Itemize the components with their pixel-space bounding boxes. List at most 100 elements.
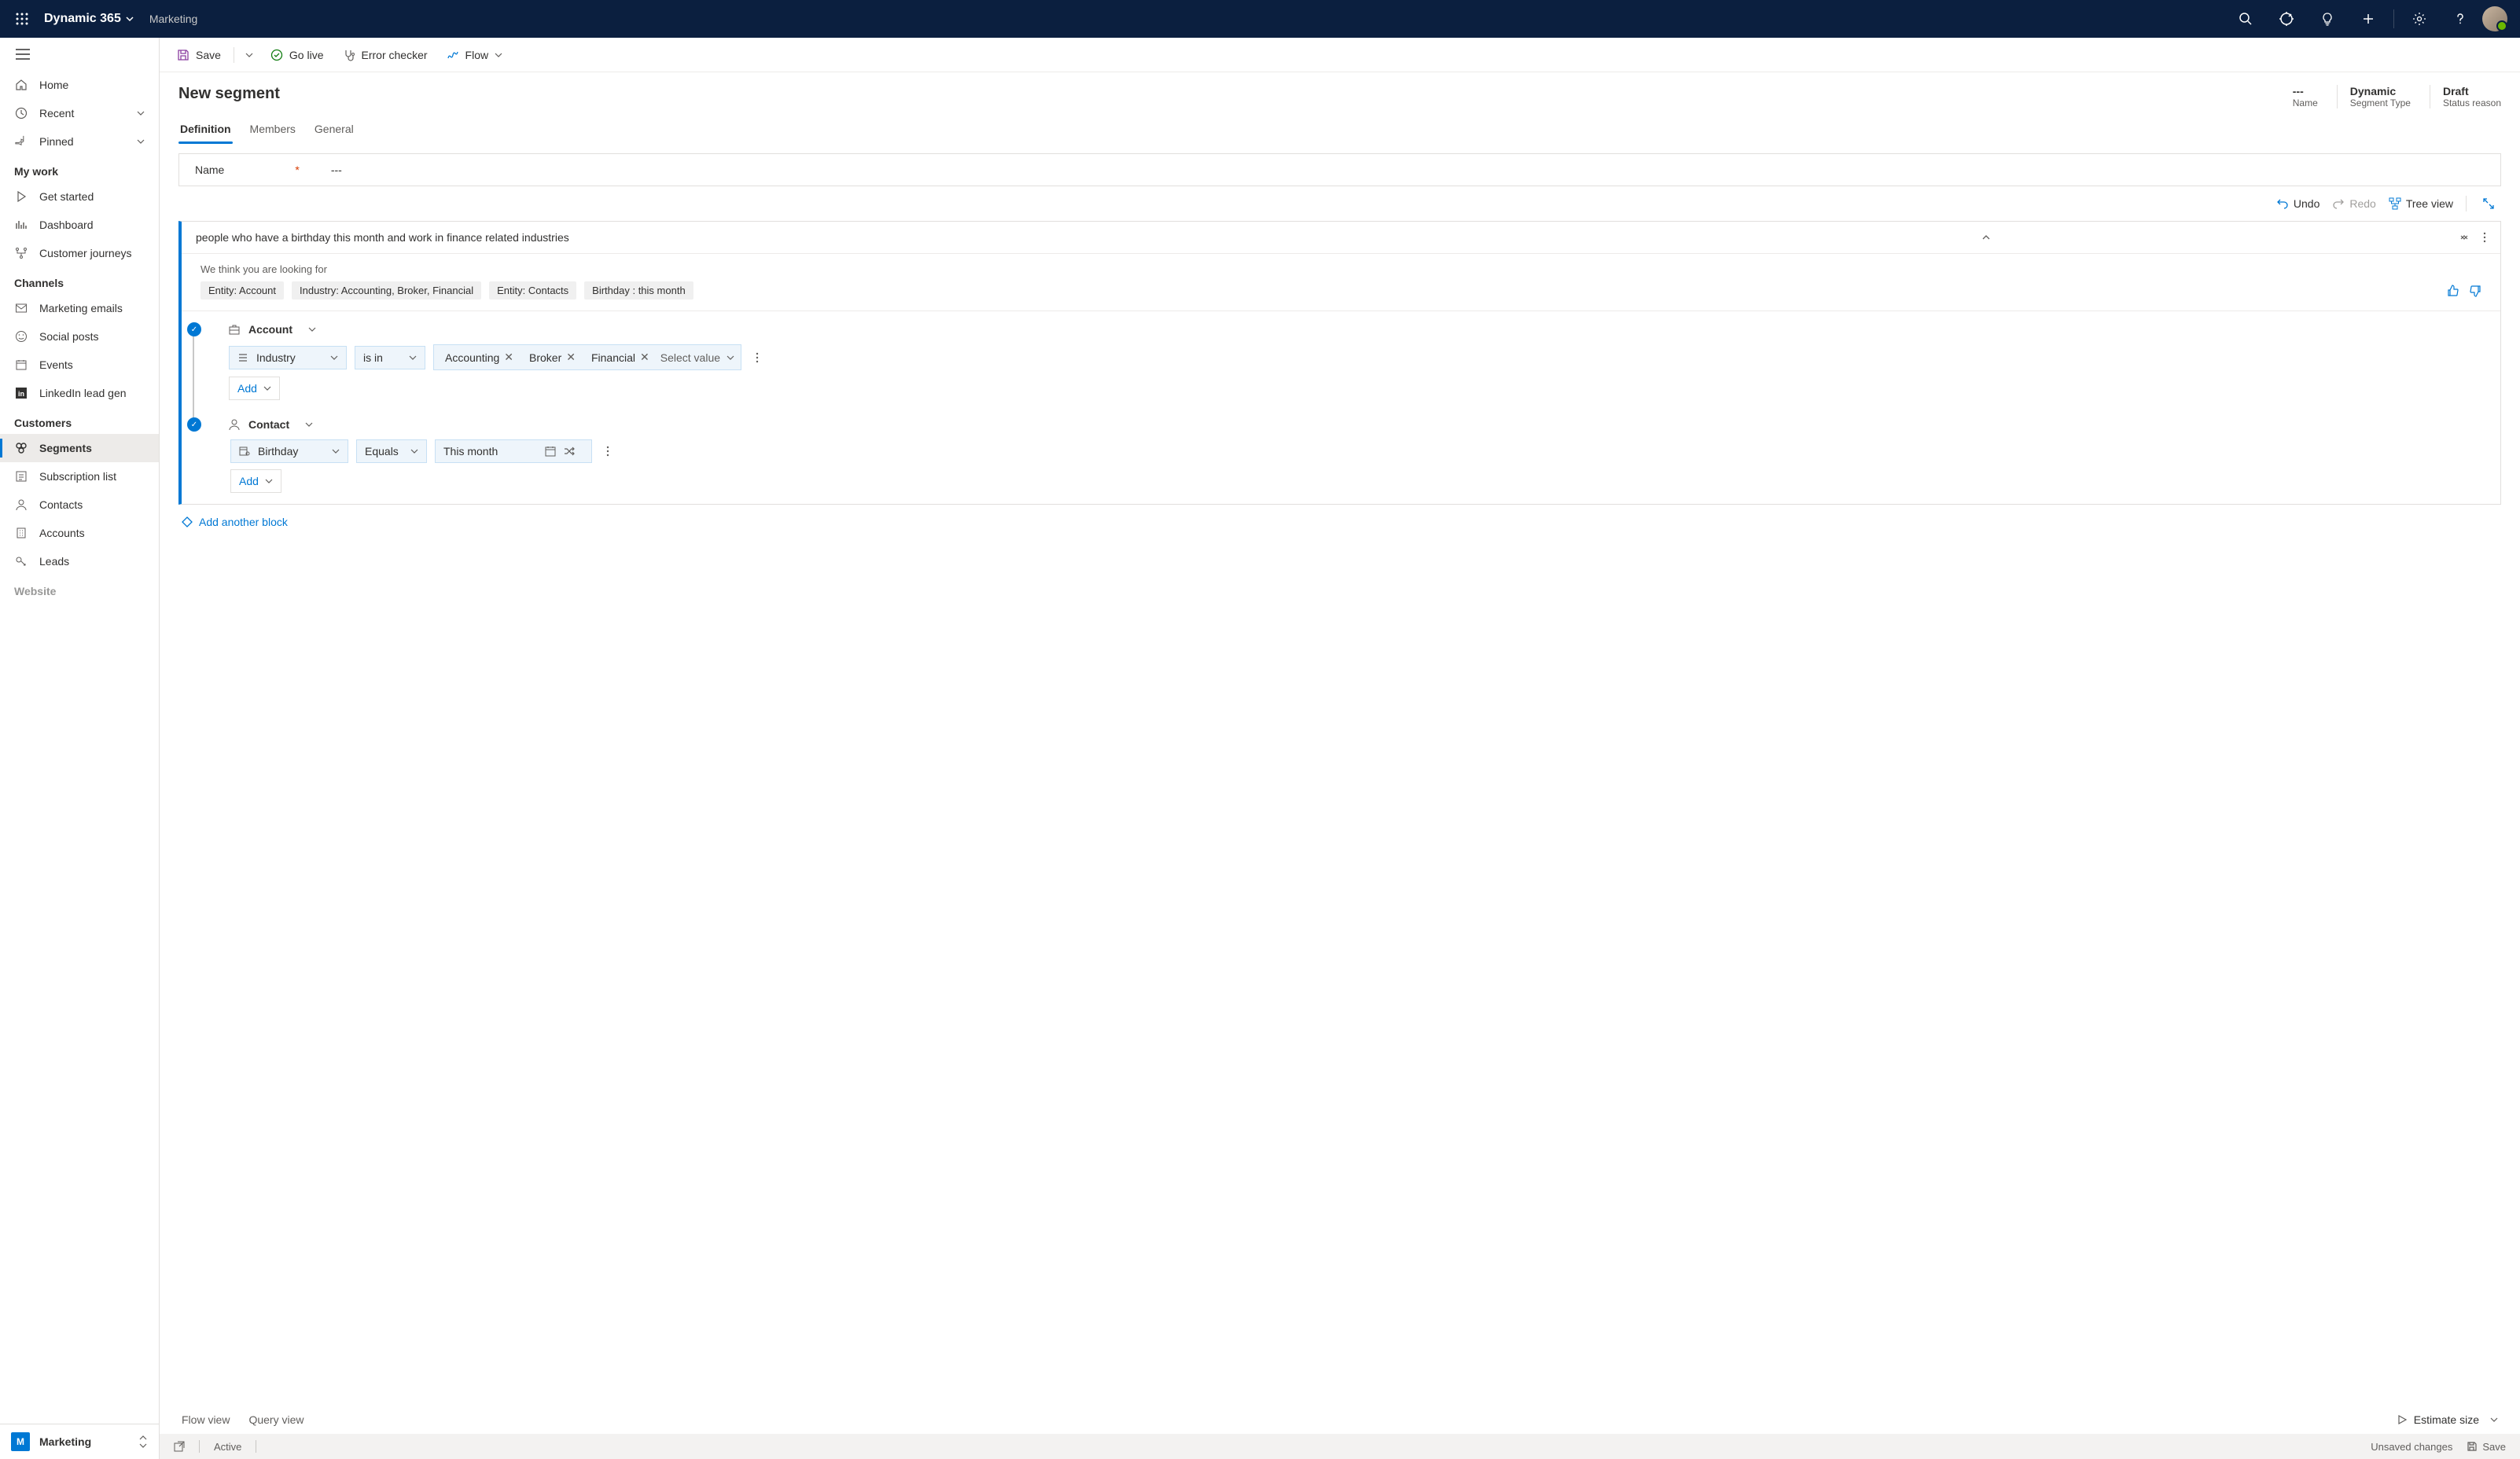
meta-segment-type[interactable]: Dynamic Segment Type: [2337, 85, 2411, 108]
tab-definition[interactable]: Definition: [178, 115, 233, 143]
nav-accounts-label: Accounts: [39, 527, 85, 539]
section-channels: Channels: [0, 267, 159, 294]
nav-dashboard-label: Dashboard: [39, 219, 94, 231]
briefcase-icon: [228, 323, 241, 336]
value-selector[interactable]: Accounting ✕ Broker ✕ Financial ✕ Select…: [433, 344, 741, 370]
go-live-button[interactable]: Go live: [263, 44, 332, 66]
shuffle-icon[interactable]: [564, 446, 575, 457]
nav-events[interactable]: Events: [0, 351, 159, 379]
user-avatar[interactable]: [2482, 6, 2507, 31]
nav-customer-journeys[interactable]: Customer journeys: [0, 239, 159, 267]
nav-dashboard[interactable]: Dashboard: [0, 211, 159, 239]
settings-icon[interactable]: [2400, 0, 2438, 38]
name-field-row[interactable]: Name * ---: [178, 153, 2501, 186]
command-bar: Save Go live Error checker Flow: [160, 38, 2520, 72]
nav-social-posts[interactable]: Social posts: [0, 322, 159, 351]
nav-leads[interactable]: Leads: [0, 547, 159, 575]
section-website-truncated: Website: [0, 575, 159, 602]
more-icon[interactable]: [2483, 232, 2486, 243]
waffle-icon[interactable]: [6, 13, 38, 25]
suggestion-chip[interactable]: Birthday : this month: [584, 281, 693, 300]
condition-more-icon[interactable]: [600, 443, 616, 460]
meta-name[interactable]: --- Name: [2293, 85, 2318, 108]
canvas-toolbar: Undo Redo Tree view: [160, 186, 2520, 221]
date-value-label: This month: [443, 445, 498, 458]
suggestion-chip[interactable]: Entity: Contacts: [489, 281, 576, 300]
estimate-size-button[interactable]: Estimate size: [2397, 1413, 2479, 1426]
query-nl-text[interactable]: people who have a birthday this month an…: [196, 231, 1981, 244]
add-icon[interactable]: [2349, 0, 2387, 38]
undo-label: Undo: [2294, 197, 2320, 210]
flow-view-tab[interactable]: Flow view: [182, 1413, 230, 1426]
lightbulb-icon[interactable]: [2308, 0, 2346, 38]
popout-icon[interactable]: [174, 1441, 185, 1452]
nav-segments[interactable]: Segments: [0, 434, 159, 462]
search-icon[interactable]: [2227, 0, 2264, 38]
suggestion-chip[interactable]: Industry: Accounting, Broker, Financial: [292, 281, 481, 300]
svg-text:in: in: [18, 390, 24, 398]
remove-value-icon[interactable]: ✕: [566, 351, 576, 364]
collapse-x-icon[interactable]: [2459, 233, 2469, 242]
statusbar-save-button[interactable]: Save: [2467, 1441, 2506, 1453]
flow-label: Flow: [465, 49, 489, 61]
name-field-value: ---: [331, 164, 342, 176]
hamburger-icon[interactable]: [0, 38, 159, 71]
add-condition-contact[interactable]: Add: [230, 469, 281, 493]
suggestion-chip[interactable]: Entity: Account: [200, 281, 284, 300]
target-icon[interactable]: [2268, 0, 2305, 38]
undo-button[interactable]: Undo: [2276, 197, 2320, 210]
entity-contact-header[interactable]: Contact: [228, 418, 313, 431]
redo-button[interactable]: Redo: [2332, 197, 2375, 210]
nav-get-started[interactable]: Get started: [0, 182, 159, 211]
entity-account-header[interactable]: Account: [228, 323, 316, 336]
nav-accounts[interactable]: Accounts: [0, 519, 159, 547]
thumbs-down-icon[interactable]: [2469, 285, 2481, 297]
nav-marketing-emails[interactable]: Marketing emails: [0, 294, 159, 322]
sub-app-name[interactable]: Marketing: [149, 13, 197, 25]
nav-contacts[interactable]: Contacts: [0, 491, 159, 519]
nav-recent[interactable]: Recent: [0, 99, 159, 127]
building-icon: [14, 526, 28, 540]
meta-status[interactable]: Draft Status reason: [2430, 85, 2501, 108]
collapse-icon[interactable]: [1981, 233, 1991, 242]
error-checker-button[interactable]: Error checker: [335, 44, 436, 66]
flow-icon: [447, 49, 459, 61]
operator-selector-equals[interactable]: Equals: [356, 439, 427, 463]
unsaved-changes-label: Unsaved changes: [2371, 1441, 2452, 1453]
field-selector-birthday[interactable]: Birthday: [230, 439, 348, 463]
app-switcher[interactable]: M Marketing: [0, 1424, 159, 1459]
flow-button[interactable]: Flow: [439, 44, 511, 66]
chevron-down-icon: [126, 15, 134, 23]
check-badge-icon: ✓: [187, 417, 201, 432]
tab-general[interactable]: General: [313, 115, 355, 143]
expand-button[interactable]: [2479, 194, 2498, 213]
status-bar: Active Unsaved changes Save: [160, 1434, 2520, 1459]
add-block-button[interactable]: Add another block: [160, 505, 2520, 528]
query-view-tab[interactable]: Query view: [248, 1413, 304, 1426]
remove-value-icon[interactable]: ✕: [504, 351, 513, 364]
tree-view-button[interactable]: Tree view: [2389, 197, 2453, 210]
nav-subscription-list[interactable]: Subscription list: [0, 462, 159, 491]
operator-selector[interactable]: is in: [355, 346, 425, 369]
app-name[interactable]: Dynamic 365: [38, 12, 140, 26]
nav-contacts-label: Contacts: [39, 498, 83, 511]
field-birthday-label: Birthday: [258, 445, 298, 458]
save-button[interactable]: Save: [169, 44, 229, 66]
help-icon[interactable]: [2441, 0, 2479, 38]
nav-home-label: Home: [39, 79, 68, 91]
nav-linkedin[interactable]: in LinkedIn lead gen: [0, 379, 159, 407]
nav-pinned[interactable]: Pinned: [0, 127, 159, 156]
condition-birthday: Birthday Equals This month: [230, 439, 2486, 463]
thumbs-up-icon[interactable]: [2447, 285, 2459, 297]
save-dropdown[interactable]: [239, 46, 259, 64]
tab-members[interactable]: Members: [248, 115, 297, 143]
nav-home[interactable]: Home: [0, 71, 159, 99]
condition-more-icon[interactable]: [749, 349, 765, 366]
add-condition-account[interactable]: Add: [229, 377, 280, 400]
date-value-box[interactable]: This month: [435, 439, 592, 463]
journey-icon: [14, 246, 28, 260]
estimate-dropdown[interactable]: [2490, 1416, 2498, 1424]
field-selector-industry[interactable]: Industry: [229, 346, 347, 369]
calendar-icon[interactable]: [545, 446, 556, 457]
remove-value-icon[interactable]: ✕: [640, 351, 649, 364]
